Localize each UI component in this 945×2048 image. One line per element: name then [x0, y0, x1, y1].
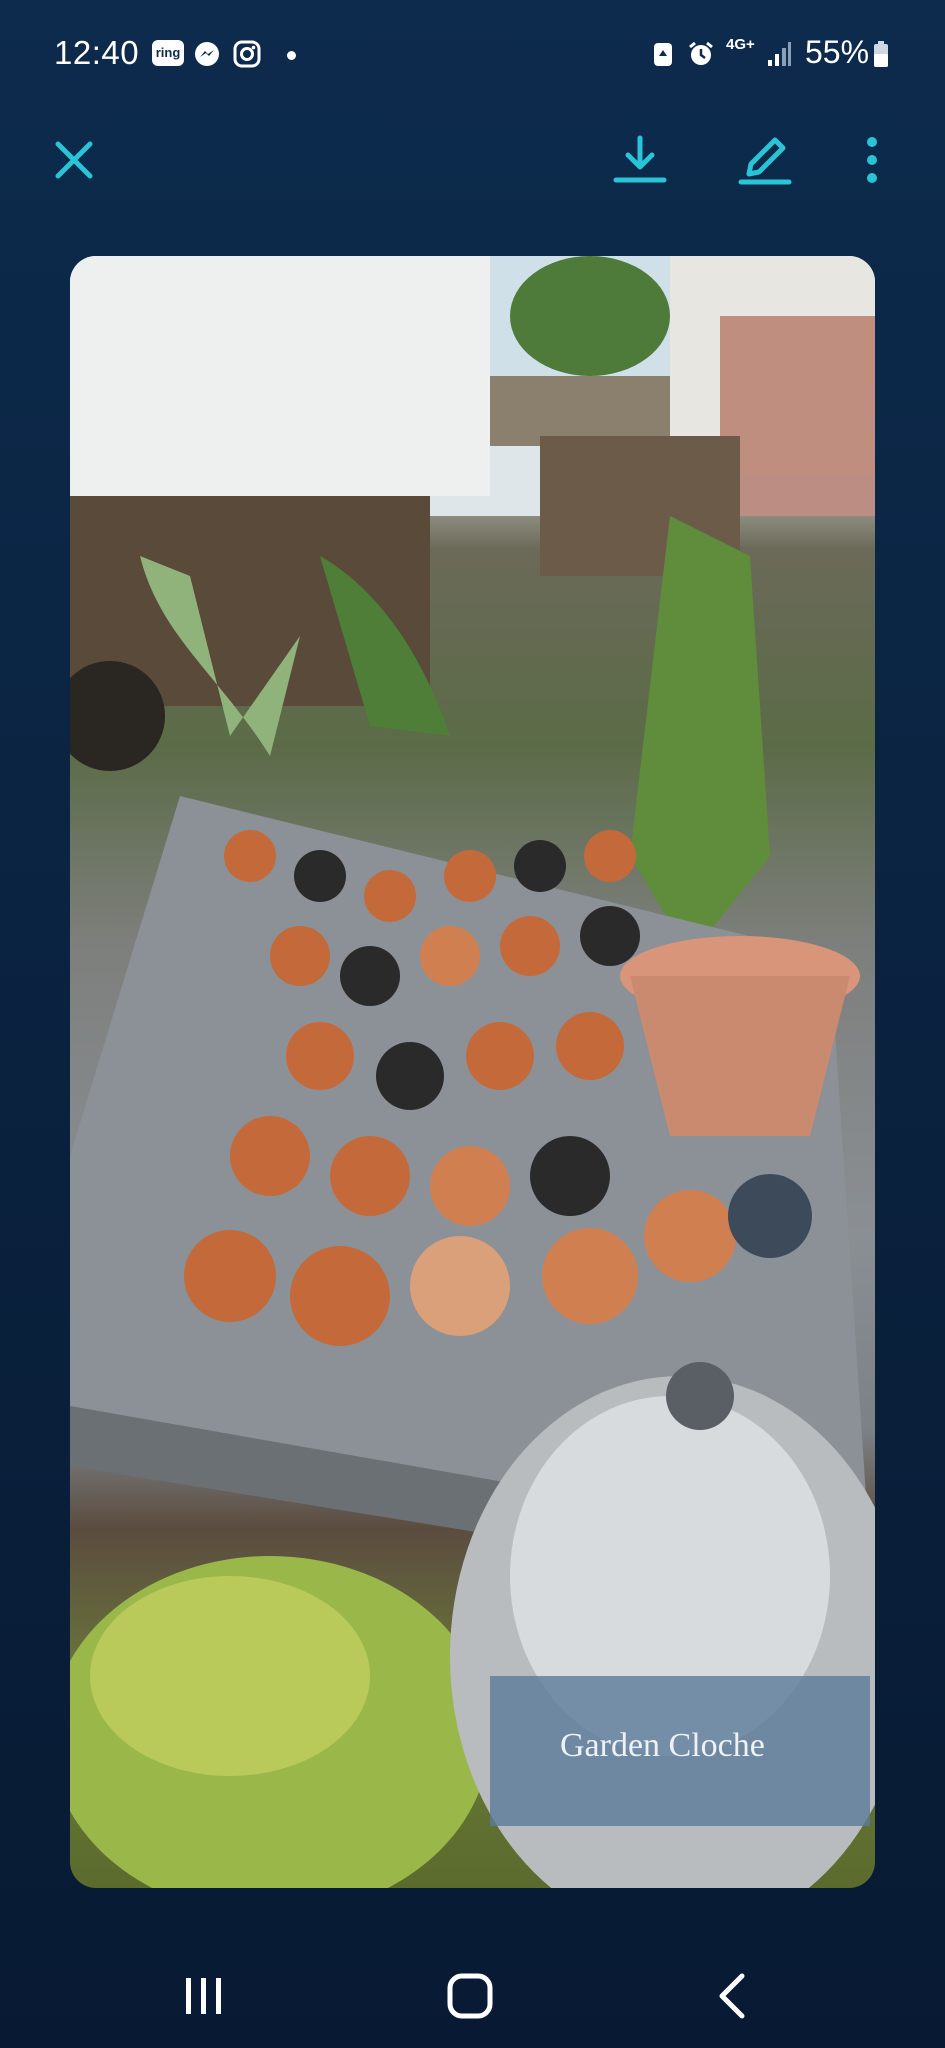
home-icon	[447, 1973, 493, 2019]
download-icon	[613, 135, 667, 183]
cloche-label: Garden Cloche	[560, 1727, 765, 1764]
back-icon	[719, 1973, 745, 2019]
close-button[interactable]	[44, 130, 104, 190]
garden-photo-illustration: Garden Cloche	[70, 256, 875, 1888]
status-time: 12:40	[54, 34, 140, 71]
battery-icon	[874, 41, 888, 67]
battery-percent: 55%	[805, 34, 870, 70]
download-button[interactable]	[610, 130, 670, 190]
instagram-icon	[233, 40, 261, 68]
home-button[interactable]	[440, 1966, 500, 2026]
signal-icon	[768, 42, 791, 66]
dot-icon	[287, 51, 296, 60]
more-vertical-icon	[867, 137, 877, 183]
ring-icon: ring	[152, 40, 184, 66]
recycle-icon	[654, 43, 672, 66]
recent-apps-icon	[186, 1978, 221, 2014]
recent-apps-button[interactable]	[174, 1966, 234, 2026]
navigation-bar	[0, 1930, 945, 2048]
status-bar: 12:40 ring 4G+ 55%	[0, 0, 945, 110]
back-button[interactable]	[704, 1966, 764, 2026]
edit-button[interactable]	[735, 130, 795, 190]
messenger-icon	[195, 42, 219, 66]
more-options-button[interactable]	[842, 130, 902, 190]
edit-pencil-icon	[738, 137, 792, 185]
network-4g-icon: 4G+	[726, 36, 755, 53]
alarm-icon	[689, 41, 713, 65]
photo-viewer-image[interactable]: Garden Cloche	[70, 256, 875, 1888]
close-icon	[55, 141, 93, 179]
